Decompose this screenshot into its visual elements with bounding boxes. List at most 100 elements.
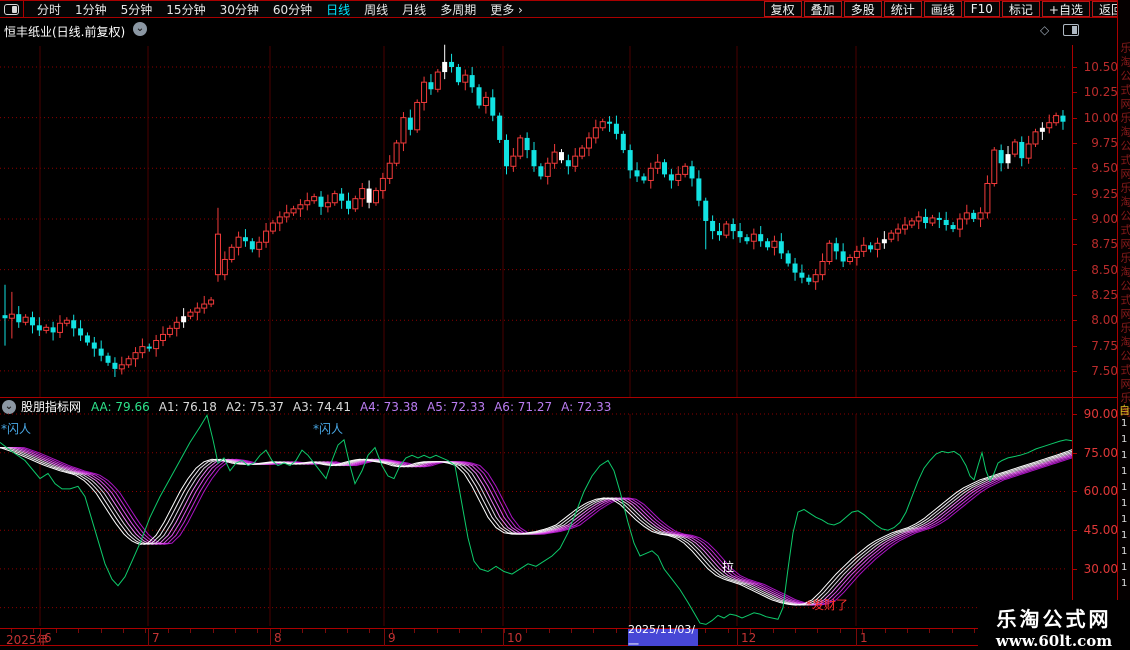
clipped-digit: 1: [1121, 546, 1127, 557]
period-tab-2[interactable]: 1分钟: [68, 1, 114, 18]
clipped-digit: 1: [1121, 530, 1127, 541]
axis-tick: [190, 629, 191, 633]
app-window: 分时1分钟5分钟15分钟30分钟60分钟日线周线月线多周期更多 › 复权叠加多股…: [0, 0, 1130, 650]
axis-tick: [145, 629, 146, 633]
action-button-2[interactable]: 叠加: [804, 1, 842, 17]
action-button-7[interactable]: 标记: [1002, 1, 1040, 17]
period-tab-9[interactable]: 月线: [395, 1, 433, 18]
indicator-value-A1: A1: 76.18: [159, 400, 217, 414]
price-label: 10.50: [1074, 60, 1118, 74]
axis-tick: [123, 629, 124, 633]
watermark-url: www.60lt.com: [978, 632, 1130, 650]
chevron-down-icon[interactable]: ⌄: [133, 22, 147, 36]
price-label: 8.00: [1074, 313, 1118, 327]
clipped-digit: 1: [1121, 562, 1127, 573]
right-edge-strip: 乐淘公式网乐淘公式网乐淘公式网乐淘公式网乐淘公式网乐淘 自 1111111111…: [1117, 0, 1130, 650]
month-gridline: [148, 629, 149, 646]
axis-tick: [571, 629, 572, 633]
axis-tick: [235, 629, 236, 633]
price-label: 9.00: [1074, 212, 1118, 226]
axis-tick: [257, 629, 258, 633]
diamond-icon[interactable]: ◇: [1040, 23, 1049, 37]
axis-tick: [840, 629, 841, 633]
month-label: 12: [741, 631, 756, 645]
indicator-value-A3: A3: 74.41: [293, 400, 351, 414]
indicator-axis-label: 75.00: [1074, 446, 1118, 460]
period-tab-7[interactable]: 日线: [319, 1, 357, 18]
vertical-watermark-text: 乐淘公式网乐淘公式网乐淘公式网乐淘公式网乐淘公式网乐淘: [1119, 42, 1130, 420]
axis-tick: [302, 629, 303, 633]
axis-tick: [817, 629, 818, 633]
axis-tick: [526, 629, 527, 633]
axis-tick: [952, 629, 953, 633]
price-label: 8.50: [1074, 263, 1118, 277]
action-button-3[interactable]: 多股: [844, 1, 882, 17]
collapse-chevron-icon[interactable]: ⌄: [2, 400, 16, 414]
axis-tick: [78, 629, 79, 633]
layout-toggle-icon[interactable]: [4, 4, 19, 15]
period-menu: 分时1分钟5分钟15分钟30分钟60分钟日线周线月线多周期更多 ›: [30, 1, 530, 18]
indicator-value-A4: A4: 73.38: [360, 400, 418, 414]
price-label: 8.25: [1074, 288, 1118, 302]
price-label: 7.75: [1074, 339, 1118, 353]
period-tab-4[interactable]: 15分钟: [159, 1, 212, 18]
split-panel-icon[interactable]: [1063, 24, 1079, 36]
clipped-digit: 1: [1121, 434, 1127, 445]
action-button-8[interactable]: +自选: [1042, 1, 1090, 17]
period-tab-11[interactable]: 更多 ›: [483, 1, 530, 18]
date-axis[interactable]: 2025年6789101212025/11/03/一: [0, 628, 1130, 646]
axis-tick: [705, 629, 706, 633]
candlestick-chart[interactable]: [0, 45, 1078, 398]
month-label: 7: [152, 631, 160, 645]
clipped-digit: 1: [1121, 482, 1127, 493]
signal-label-1: *闪人: [1, 420, 31, 437]
axis-tick: [728, 629, 729, 633]
price-label: 7.50: [1074, 364, 1118, 378]
indicator-value-AA: AA: 79.66: [91, 400, 150, 414]
selected-date-chip[interactable]: 2025/11/03/一: [628, 629, 698, 646]
price-label: 10.00: [1074, 111, 1118, 125]
axis-tick: [481, 629, 482, 633]
signal-label-2: *闪人: [313, 420, 343, 437]
indicator-axis-label: 45.00: [1074, 523, 1118, 537]
indicator-header: ⌄ 股朋指标网 AA: 79.66A1: 76.18A2: 75.37A3: 7…: [0, 399, 1072, 414]
title-row: 恒丰纸业(日线.前复权) ⌄ ◇: [0, 18, 1116, 42]
axis-tick: [347, 629, 348, 633]
action-button-6[interactable]: F10: [964, 1, 1000, 17]
period-tab-6[interactable]: 60分钟: [266, 1, 319, 18]
action-button-5[interactable]: 画线: [924, 1, 962, 17]
axis-tick: [414, 629, 415, 633]
month-label: 1: [860, 631, 868, 645]
signal-label-3: 拉: [722, 558, 734, 575]
indicator-chart[interactable]: [0, 413, 1078, 627]
axis-tick: [593, 629, 594, 633]
axis-tick: [325, 629, 326, 633]
action-button-4[interactable]: 统计: [884, 1, 922, 17]
axis-tick: [885, 629, 886, 633]
indicator-value-A5: A5: 72.33: [427, 400, 485, 414]
year-label: 2025年: [6, 631, 49, 648]
action-button-1[interactable]: 复权: [764, 1, 802, 17]
price-label: 9.50: [1074, 161, 1118, 175]
period-tab-8[interactable]: 周线: [357, 1, 395, 18]
action-menu: 复权叠加多股统计画线F10标记+自选返回: [762, 1, 1130, 17]
axis-tick: [773, 629, 774, 633]
axis-tick: [616, 629, 617, 633]
period-tab-10[interactable]: 多周期: [433, 1, 483, 18]
top-toolbar: 分时1分钟5分钟15分钟30分钟60分钟日线周线月线多周期更多 › 复权叠加多股…: [0, 0, 1130, 18]
axis-tick: [459, 629, 460, 633]
period-tab-1[interactable]: 分时: [30, 1, 68, 18]
signal-label-4: *发财了: [806, 596, 848, 613]
month-gridline: [737, 629, 738, 646]
month-gridline: [384, 629, 385, 646]
period-tab-5[interactable]: 30分钟: [213, 1, 266, 18]
clipped-tab-char: 自: [1119, 402, 1130, 418]
axis-tick: [549, 629, 550, 633]
indicator-axis-label: 60.00: [1074, 484, 1118, 498]
panel-divider: [0, 397, 1117, 398]
axis-tick: [168, 629, 169, 633]
period-tab-3[interactable]: 5分钟: [114, 1, 160, 18]
axis-tick: [56, 629, 57, 633]
clipped-digit: 1: [1121, 466, 1127, 477]
indicator-value-A: A: 72.33: [561, 400, 611, 414]
